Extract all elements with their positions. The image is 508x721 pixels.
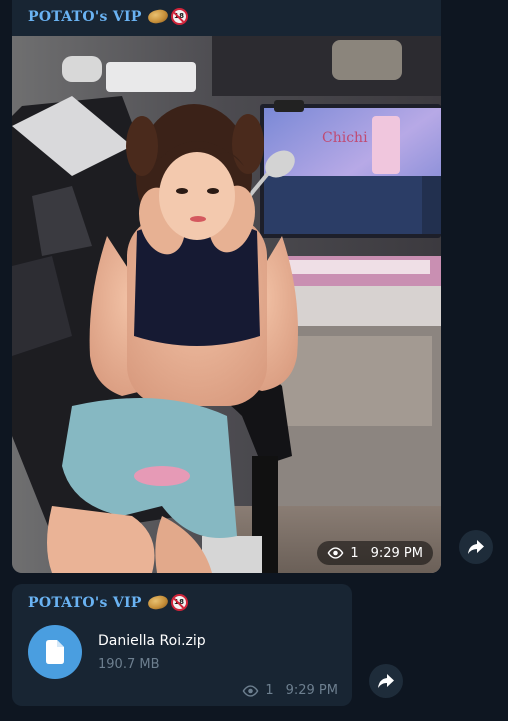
file-name[interactable]: Daniella Roi.zip [98,632,206,650]
share-arrow-icon [468,540,484,554]
potato-emoji-icon [146,8,169,25]
file-icon [46,640,64,664]
no-under-18-emoji-icon: 18 [170,594,188,611]
eye-icon [242,684,259,697]
share-button[interactable] [369,664,403,698]
eye-icon [327,547,344,559]
sender-name[interactable]: POTATO's VIP 18 [28,8,188,25]
photo[interactable]: Chichi 1 9:29 PM [12,36,441,573]
share-arrow-icon [378,674,394,688]
file-attachment[interactable]: Daniella Roi.zip 190.7 MB [28,624,340,680]
no-under-18-emoji-icon: 18 [170,8,188,25]
file-size: 190.7 MB [98,657,160,672]
message-time: 9:29 PM [370,545,423,561]
sender-name-label: POTATO's VIP [28,8,142,25]
share-button[interactable] [459,530,493,564]
file-meta: 1 9:29 PM [242,683,338,698]
sender-name-label: POTATO's VIP [28,594,142,611]
message-time: 9:29 PM [285,683,338,698]
photo-image: Chichi [12,36,441,573]
file-download-button[interactable] [28,625,82,679]
sender-name[interactable]: POTATO's VIP 18 [28,594,188,611]
photo-meta: 1 9:29 PM [317,541,433,565]
chat-area: POTATO's VIP 18 Chichi 1 9:29 PM POTATO'… [0,0,508,721]
message-file[interactable]: POTATO's VIP 18 Daniella Roi.zip 190.7 M… [12,584,352,706]
potato-emoji-icon [146,594,169,611]
view-count: 1 [265,683,274,698]
screen-text: Chichi [322,130,368,146]
message-photo[interactable]: POTATO's VIP 18 Chichi 1 9:29 PM [12,0,441,573]
file-info: Daniella Roi.zip 190.7 MB [98,632,206,672]
view-count: 1 [350,545,359,561]
